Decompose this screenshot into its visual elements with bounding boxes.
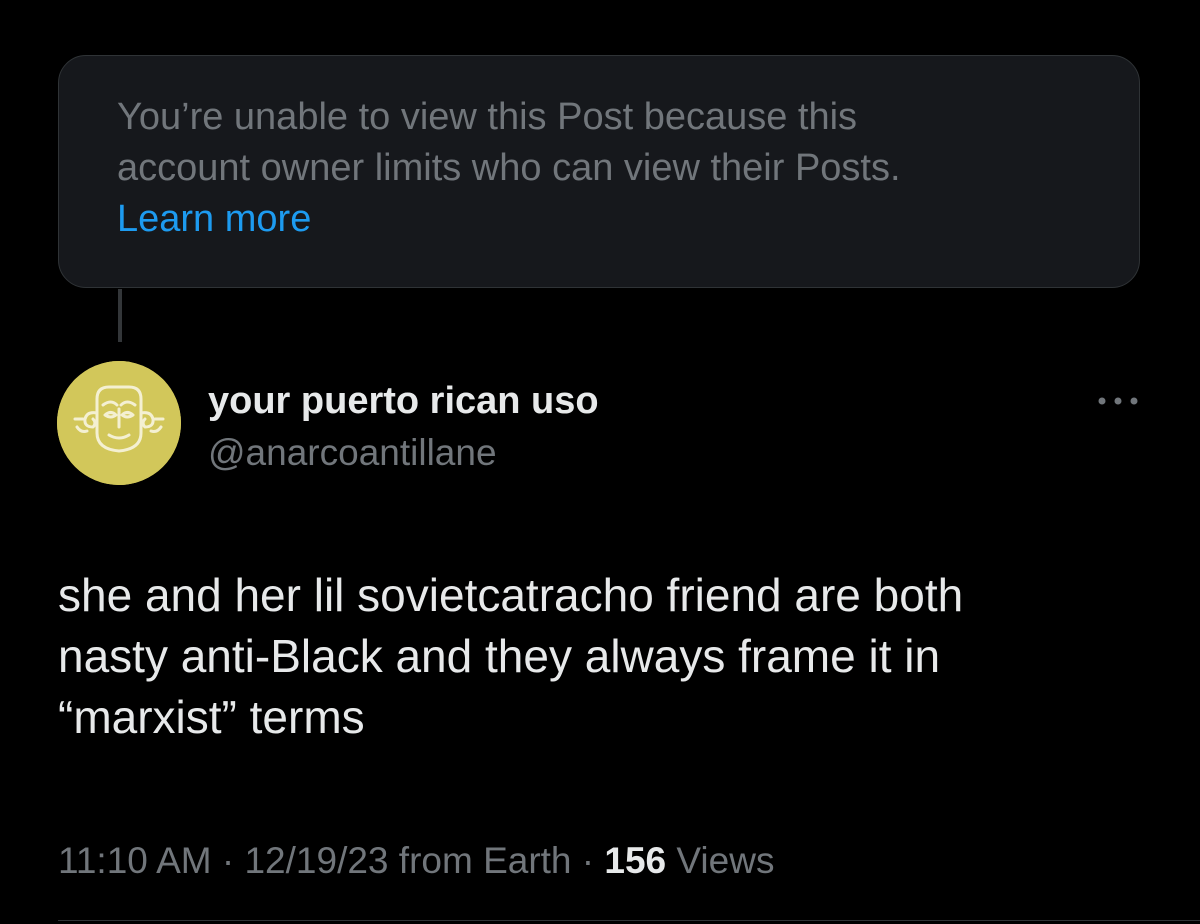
views-count[interactable]: 156 xyxy=(604,840,666,881)
author-display-name[interactable]: your puerto rican uso xyxy=(208,378,599,424)
notice-line-2: account owner limits who can view their … xyxy=(117,147,901,189)
meta-separator: · xyxy=(571,840,605,881)
post-metadata: 11:10 AM · 12/19/23 from Earth · 156 Vie… xyxy=(58,838,774,884)
post-date-location[interactable]: 12/19/23 from Earth xyxy=(244,840,571,881)
divider xyxy=(58,920,1200,921)
taino-face-icon xyxy=(57,361,181,485)
notice-line-1: You’re unable to view this Post because … xyxy=(117,96,858,138)
author-handle[interactable]: @anarcoantillane xyxy=(208,430,497,476)
post-line-1: she and her lil sovietcatracho friend ar… xyxy=(58,569,964,621)
post-text: she and her lil sovietcatracho friend ar… xyxy=(58,565,1158,748)
more-options-button[interactable] xyxy=(1088,384,1148,418)
post-line-3: “marxist” terms xyxy=(58,691,365,743)
restricted-post-notice: You’re unable to view this Post because … xyxy=(58,55,1140,288)
thread-connector-line xyxy=(118,289,122,342)
avatar[interactable] xyxy=(57,361,181,485)
notice-message: You’re unable to view this Post because … xyxy=(117,92,1081,194)
post-time[interactable]: 11:10 AM xyxy=(58,840,212,881)
views-label: Views xyxy=(666,840,775,881)
meta-separator: · xyxy=(211,840,245,881)
ellipsis-icon xyxy=(1098,397,1138,405)
post-line-2: nasty anti-Black and they always frame i… xyxy=(58,630,941,682)
learn-more-link[interactable]: Learn more xyxy=(117,194,1081,244)
